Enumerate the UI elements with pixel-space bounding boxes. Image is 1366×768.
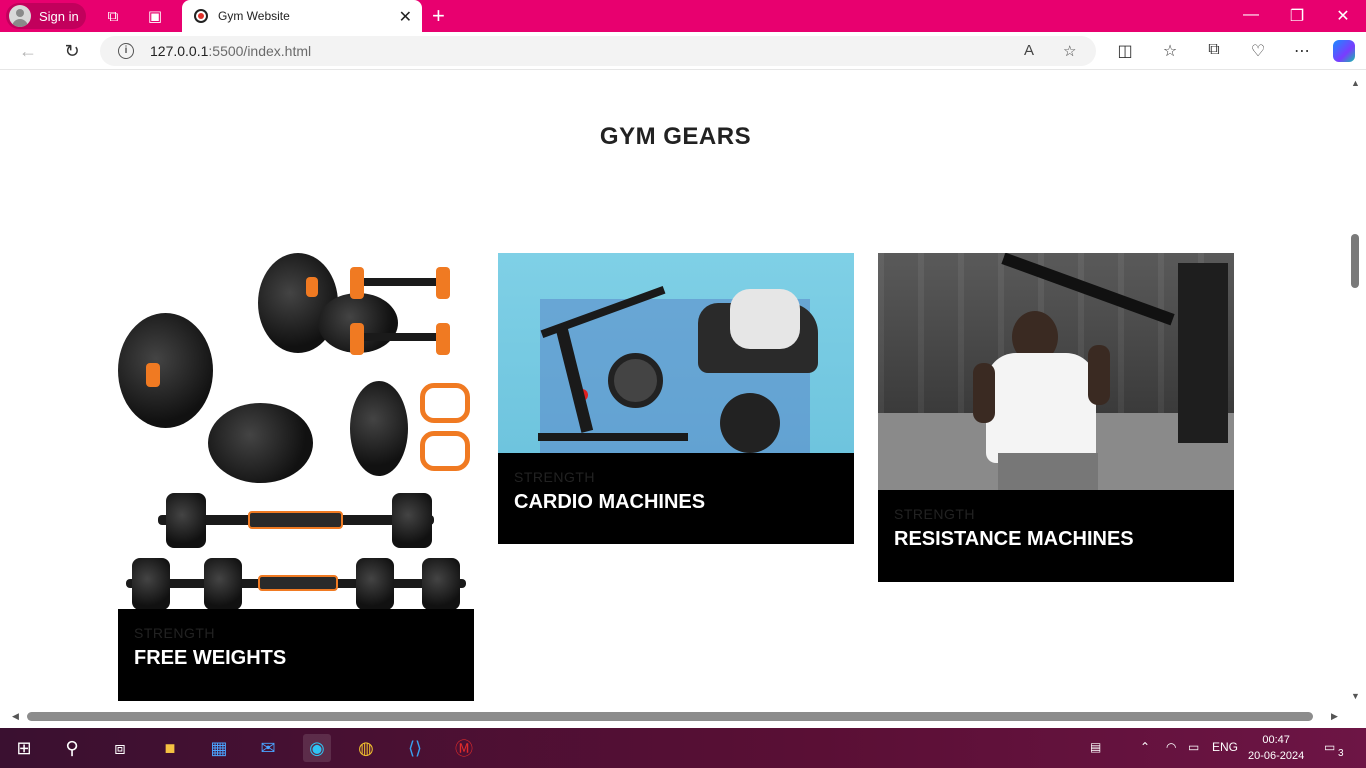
favorites-icon[interactable]: ☆ xyxy=(1159,41,1181,61)
page-title: GYM GEARS xyxy=(599,123,752,150)
vscode-icon[interactable]: ⟨⟩ xyxy=(401,734,429,762)
read-aloud-icon[interactable]: A xyxy=(1024,42,1034,59)
file-explorer-icon[interactable]: ■ xyxy=(156,734,184,762)
scroll-up-icon[interactable]: ▲ xyxy=(1351,78,1360,88)
windows-taskbar: ⊞ ⚲ ⧈ ■ ▦ ✉ ◉ ◍ ⟨⟩ Ⓜ ▤ ⌃ ◠ ▭ ENG 00:47 2… xyxy=(0,728,1366,768)
card-title: RESISTANCE MACHINES xyxy=(894,528,1134,550)
minimize-icon[interactable]: — xyxy=(1241,6,1261,24)
language-indicator[interactable]: ENG xyxy=(1212,740,1238,754)
avatar xyxy=(9,5,31,27)
store-icon[interactable]: ▦ xyxy=(205,734,233,762)
url-text[interactable]: 127.0.0.1:5500/index.html xyxy=(150,43,311,59)
back-icon[interactable]: ← xyxy=(17,40,39,62)
card-title: CARDIO MACHINES xyxy=(514,491,706,513)
edge-icon[interactable]: ◉ xyxy=(303,734,331,762)
cardio-machines-image xyxy=(498,253,854,453)
browser-titlebar: Sign in ⧉ ▣ Gym Website ✕ + — ❐ ✕ xyxy=(0,0,1366,32)
close-window-icon[interactable]: ✕ xyxy=(1333,6,1353,26)
card-caption: STRENGTH FREE WEIGHTS xyxy=(118,609,474,701)
scroll-left-icon[interactable]: ◀ xyxy=(12,711,19,722)
sign-in-label: Sign in xyxy=(39,8,79,24)
clock-time: 00:47 xyxy=(1262,734,1290,746)
gear-card-cardio-machines[interactable]: STRENGTH CARDIO MACHINES xyxy=(498,253,854,544)
tab-gym-website[interactable]: Gym Website ✕ xyxy=(182,0,422,32)
card-tag: STRENGTH xyxy=(894,506,975,522)
split-screen-icon[interactable]: ◫ xyxy=(1114,41,1136,61)
card-title: FREE WEIGHTS xyxy=(134,647,287,669)
free-weights-image xyxy=(118,253,474,609)
clock-date: 20-06-2024 xyxy=(1248,750,1305,762)
browser-toolbar: ← ↻ i 127.0.0.1:5500/index.html A ☆ ◫ ☆ … xyxy=(0,32,1366,70)
windows-start-icon[interactable]: ⊞ xyxy=(10,734,38,762)
chrome-icon[interactable]: ◍ xyxy=(352,734,380,762)
mail-icon[interactable]: ✉ xyxy=(254,734,282,762)
vertical-scroll-thumb[interactable] xyxy=(1351,234,1359,288)
refresh-icon[interactable]: ↻ xyxy=(61,40,83,62)
address-bar[interactable]: i 127.0.0.1:5500/index.html A ☆ xyxy=(100,36,1096,66)
new-tab-button[interactable]: + xyxy=(432,3,445,29)
workspaces-icon[interactable]: ⧉ xyxy=(103,6,123,26)
card-caption: STRENGTH RESISTANCE MACHINES xyxy=(878,490,1234,582)
tab-title: Gym Website xyxy=(218,9,290,23)
restore-icon[interactable]: ❐ xyxy=(1287,6,1307,26)
card-caption: STRENGTH CARDIO MACHINES xyxy=(498,453,854,544)
wifi-icon[interactable]: ◠ xyxy=(1166,740,1176,754)
site-favicon-icon xyxy=(194,9,208,23)
close-tab-icon[interactable]: ✕ xyxy=(399,7,412,27)
card-tag: STRENGTH xyxy=(514,469,595,485)
gear-card-free-weights[interactable]: STRENGTH FREE WEIGHTS xyxy=(118,253,474,701)
page-viewport: GYM GEARS STRENGTH FREE WEIGHTS STRENGTH… xyxy=(4,71,1347,709)
scroll-right-icon[interactable]: ▶ xyxy=(1331,711,1338,722)
scroll-down-icon[interactable]: ▼ xyxy=(1351,691,1360,701)
browser-essentials-icon[interactable]: ♡ xyxy=(1247,41,1269,61)
collections-icon[interactable]: ⧉ xyxy=(1203,41,1225,59)
task-view-icon[interactable]: ⧈ xyxy=(106,734,134,762)
mcafee-icon[interactable]: Ⓜ xyxy=(450,734,478,762)
site-info-icon[interactable]: i xyxy=(118,43,134,59)
system-clock[interactable]: 00:47 20-06-2024 xyxy=(1248,732,1304,764)
tab-actions-icon[interactable]: ▣ xyxy=(145,6,165,26)
vertical-scrollbar[interactable] xyxy=(1347,71,1366,709)
notifications-icon[interactable]: ▭ xyxy=(1324,740,1335,754)
battery-icon[interactable]: ▭ xyxy=(1188,740,1199,754)
card-tag: STRENGTH xyxy=(134,625,215,641)
show-hidden-icons-icon[interactable]: ⌃ xyxy=(1140,740,1150,754)
gear-card-resistance-machines[interactable]: STRENGTH RESISTANCE MACHINES xyxy=(878,253,1234,582)
sign-in-button[interactable]: Sign in xyxy=(6,3,86,29)
notification-count-badge: 3 xyxy=(1338,748,1344,759)
resistance-machines-image xyxy=(878,253,1234,490)
search-icon[interactable]: ⚲ xyxy=(58,734,86,762)
more-menu-icon[interactable]: ⋯ xyxy=(1291,41,1313,61)
favorite-star-icon[interactable]: ☆ xyxy=(1063,42,1076,60)
news-widget-icon[interactable]: ▤ xyxy=(1090,740,1101,754)
copilot-icon[interactable] xyxy=(1333,40,1355,62)
horizontal-scroll-thumb[interactable] xyxy=(27,712,1313,721)
